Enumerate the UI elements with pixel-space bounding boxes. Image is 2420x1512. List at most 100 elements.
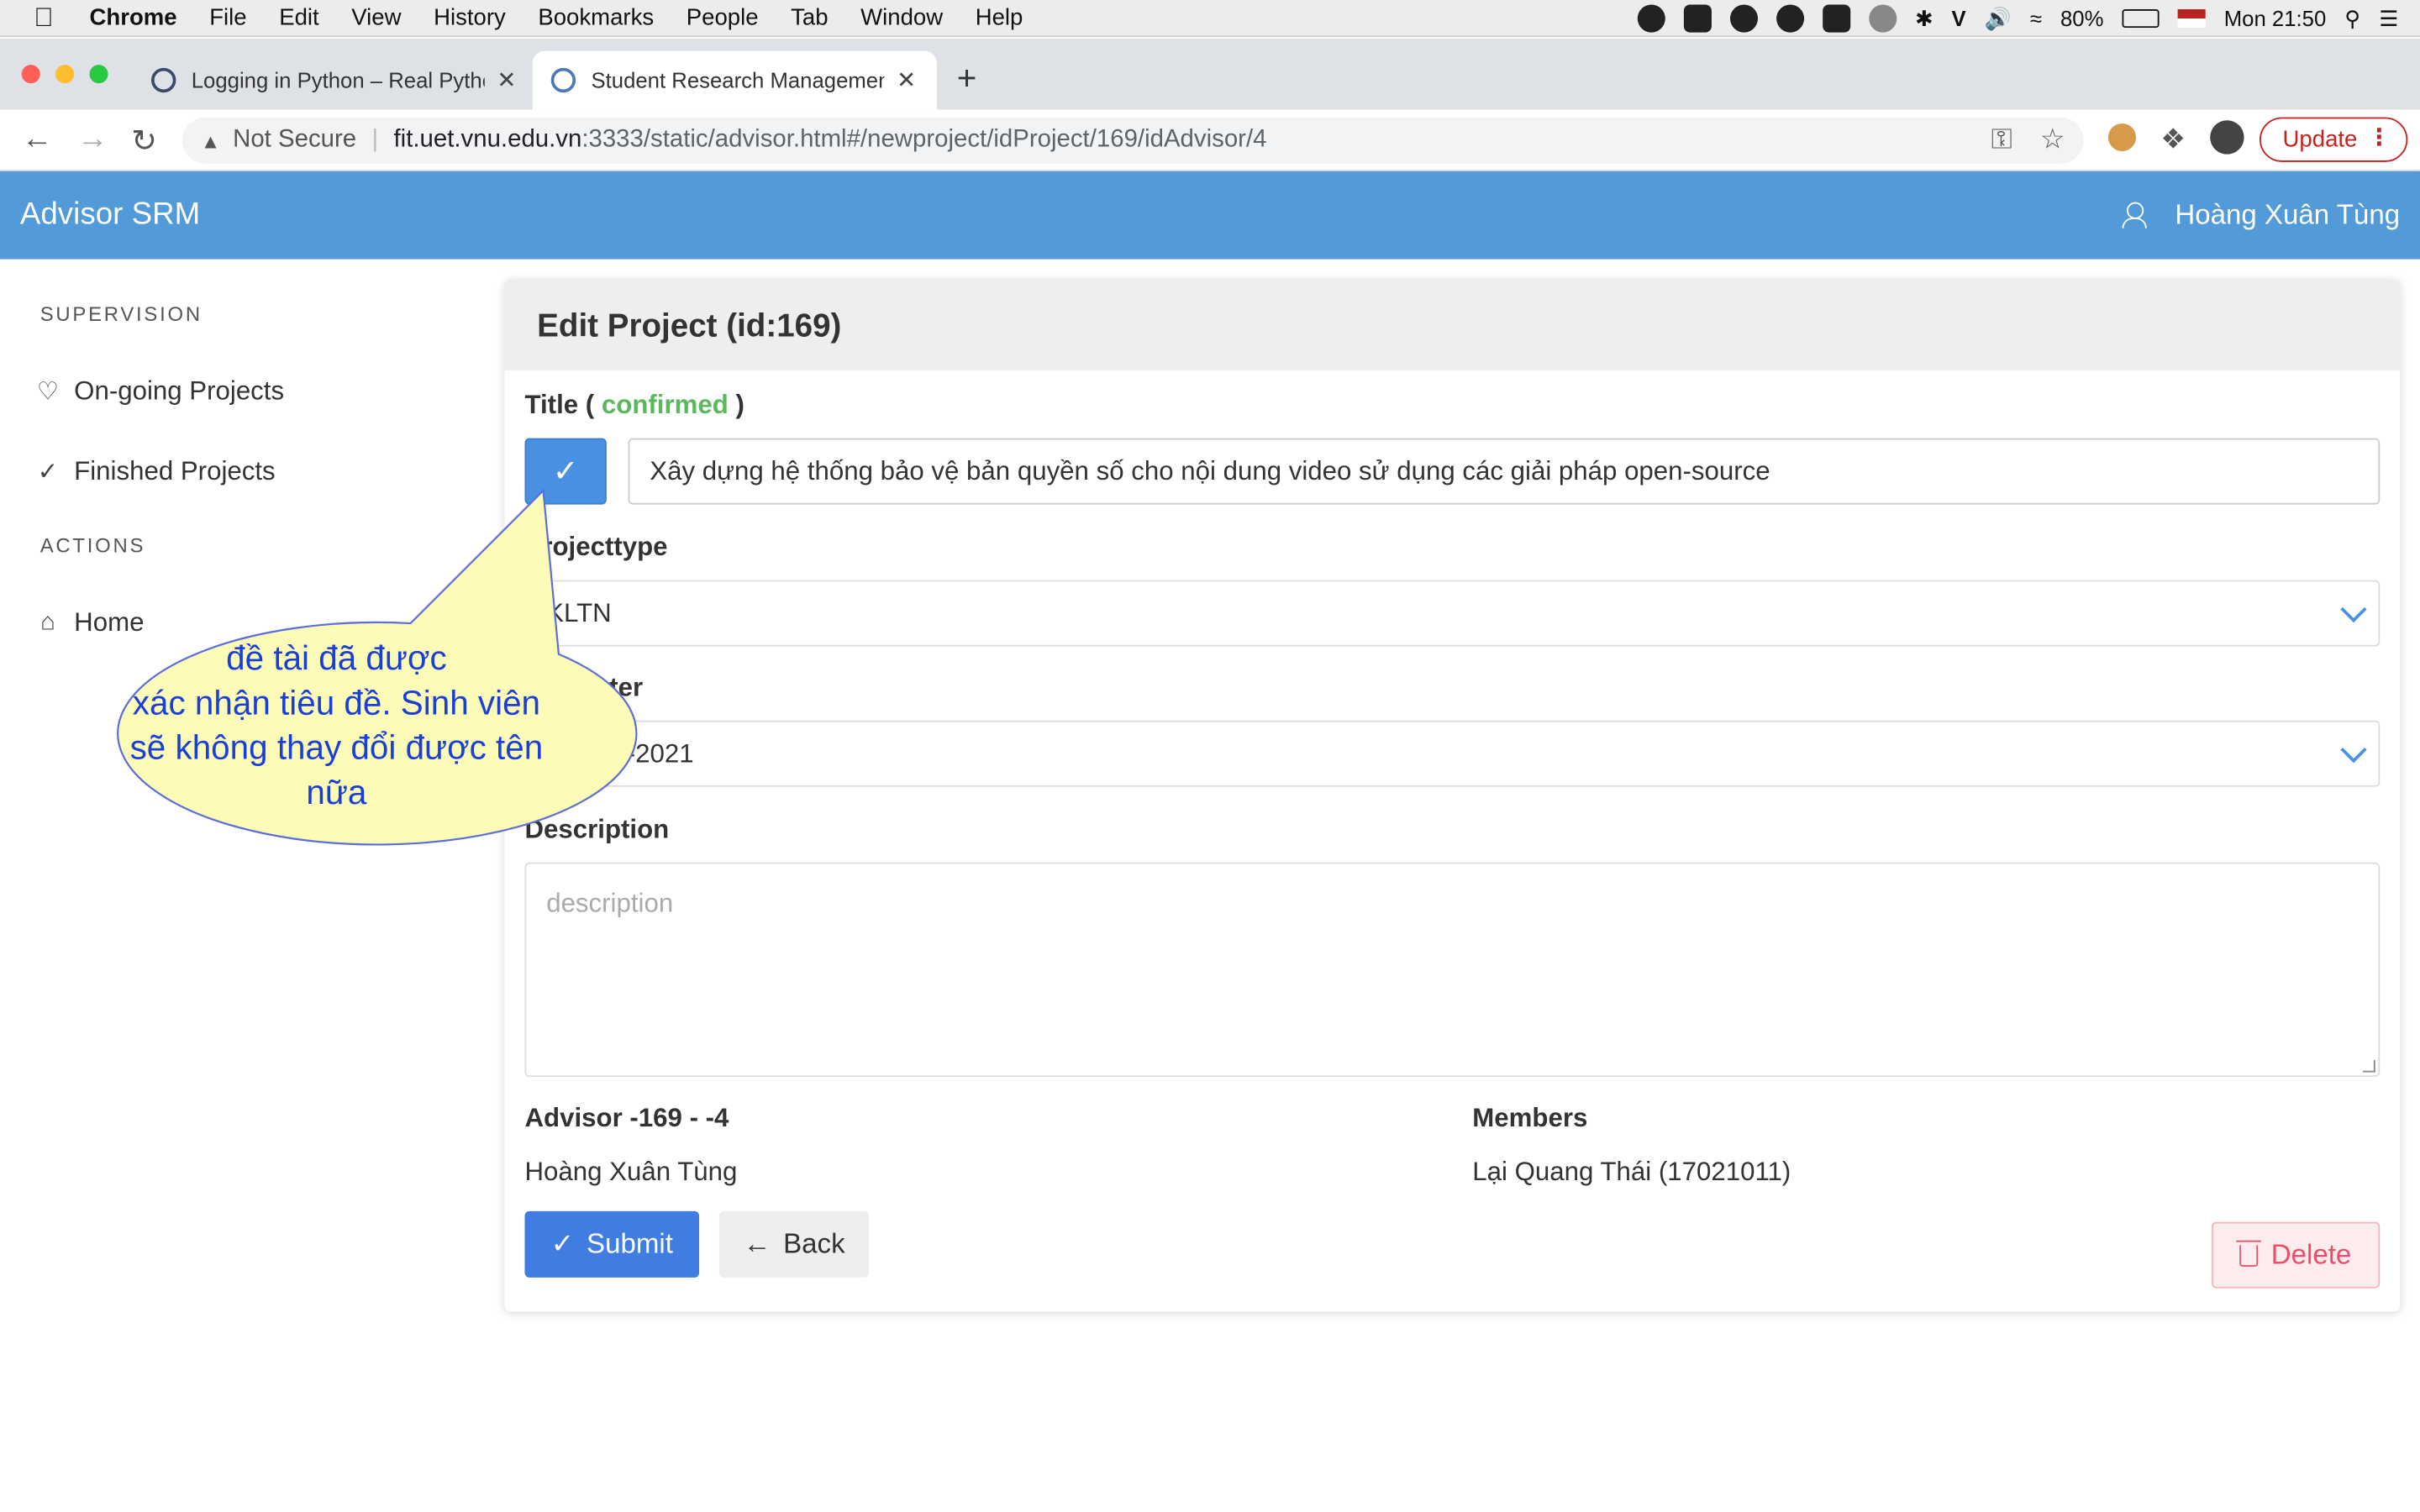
resize-grip-icon[interactable] [2363, 1059, 2375, 1073]
menu-file[interactable]: File [209, 5, 246, 31]
back-label: Back [783, 1228, 845, 1259]
window-zoom-button[interactable] [89, 65, 108, 84]
tab-logging-python[interactable]: Logging in Python – Real Pytho ✕ [133, 51, 528, 110]
advisor-label: Advisor -169 - -4 [524, 1103, 729, 1133]
cloud-upload-icon[interactable] [1729, 4, 1758, 33]
clock[interactable]: Mon 21:50 [2224, 6, 2327, 30]
browser-tab-strip: Logging in Python – Real Pytho ✕ Student… [0, 38, 2420, 110]
confirm-title-toggle[interactable]: ✓ [524, 438, 607, 505]
trash-icon [2237, 1239, 2262, 1267]
menu-window[interactable]: Window [860, 5, 943, 31]
submit-label: Submit [587, 1228, 673, 1259]
bluetooth-icon[interactable]: ✱ [1915, 5, 1933, 31]
volume-icon[interactable]: 🔊 [1985, 5, 2012, 31]
checkmark-icon: ✓ [552, 454, 579, 490]
vpn-icon[interactable]: V [1952, 6, 1966, 30]
close-icon[interactable]: ✕ [897, 66, 916, 94]
new-tab-icon[interactable]: + [957, 59, 977, 99]
warning-icon[interactable]: ▲ [201, 129, 221, 152]
callout-line: xác nhận tiêu đề. Sinh viên [132, 683, 541, 722]
page-title: Edit Project (id:169) [537, 308, 842, 344]
submit-button[interactable]: ✓ Submit [524, 1210, 700, 1278]
status-area: ✱ V 🔊 ≈ 80% Mon 21:50 ⚲ ☰ [1637, 0, 2398, 37]
projecttype-value: KLTN [546, 598, 612, 628]
chevron-down-icon [2340, 737, 2367, 764]
back-arrow-icon[interactable]: ← [22, 122, 53, 157]
callout-line: đề tài đã được [226, 638, 447, 678]
description-textarea[interactable]: description [524, 862, 2381, 1078]
sidebar-item-label: Finished Projects [74, 456, 276, 486]
user-icon [2122, 202, 2148, 228]
sidebar-item-ongoing-projects[interactable]: ♡ On-going Projects [34, 376, 284, 407]
title-input[interactable]: Xây dựng hệ thống bảo vệ bản quyền số ch… [628, 438, 2381, 505]
checkmark-icon: ✓ [37, 459, 59, 486]
more-menu-icon[interactable]: ⋮ [2368, 123, 2391, 151]
menu-edit[interactable]: Edit [279, 5, 318, 31]
projecttype-select[interactable]: KLTN [524, 580, 2381, 647]
update-button[interactable]: Update ⋮ [2259, 117, 2408, 162]
tab-student-research[interactable]: Student Research Managemen ✕ [532, 50, 937, 110]
close-icon[interactable]: ✕ [497, 66, 516, 94]
tab-label: Logging in Python – Real Pytho [191, 67, 485, 93]
delete-label: Delete [2270, 1238, 2352, 1270]
menu-view[interactable]: View [351, 5, 401, 31]
sidebar-item-label: On-going Projects [74, 376, 285, 407]
projecttype-label: Projecttype [524, 532, 668, 562]
sidebar: SUPERVISION ♡ On-going Projects ✓ Finish… [0, 260, 494, 1512]
url-bar[interactable]: ▲ Not Secure | fit.uet.vnu.edu.vn :3333/… [182, 117, 2084, 164]
tasks-icon[interactable] [1683, 4, 1712, 33]
menu-tab[interactable]: Tab [791, 5, 828, 31]
sidebar-heading-actions: ACTIONS [39, 533, 146, 558]
card-header: Edit Project (id:169) [504, 279, 2401, 370]
title-status-confirmed: confirmed [601, 390, 729, 420]
callout-line: sẽ không thay đổi được tên [129, 727, 544, 767]
battery-percent: 80% [2060, 6, 2104, 31]
app-brand[interactable]: Advisor SRM [20, 197, 200, 233]
title-label-text: Title ( [524, 390, 595, 420]
sidebar-heading-supervision: SUPERVISION [39, 302, 203, 326]
docker-icon[interactable] [1822, 4, 1850, 33]
notification-center-icon[interactable]: ☰ [2379, 5, 2398, 31]
profile-avatar[interactable] [2210, 120, 2244, 155]
window-close-button[interactable] [21, 65, 40, 84]
mac-menu-bar:  Chrome File Edit View History Bookmark… [0, 0, 2420, 38]
sidebar-item-home[interactable]: ⌂ Home [34, 608, 144, 639]
back-button[interactable]: ← Back [718, 1210, 870, 1278]
extensions-puzzle-icon[interactable]: ❖ [2160, 123, 2186, 156]
spotlight-search-icon[interactable]: ⚲ [2344, 5, 2360, 31]
update-label: Update [2282, 126, 2358, 153]
callout-line: nữa [306, 773, 367, 812]
menu-app-name[interactable]: Chrome [90, 5, 177, 31]
flag-icon[interactable] [2177, 9, 2206, 29]
title-field-label: Title ( confirmed ) [524, 391, 744, 422]
delete-button[interactable]: Delete [2212, 1221, 2381, 1289]
description-placeholder: description [546, 888, 674, 918]
star-icon[interactable]: ☆ [2040, 123, 2065, 156]
reload-icon[interactable]: ↻ [131, 122, 157, 160]
wifi-icon[interactable]: ≈ [2030, 6, 2042, 30]
menu-history[interactable]: History [434, 5, 506, 31]
globe-icon[interactable] [1868, 4, 1897, 33]
user-menu[interactable]: Hoàng Xuân Tùng [2122, 199, 2400, 232]
cookie-extension-icon[interactable] [2107, 123, 2137, 151]
callout-text: đề tài đã được xác nhận tiêu đề. Sinh vi… [85, 636, 588, 815]
title-label-end: ) [735, 390, 744, 420]
battery-icon[interactable] [2122, 9, 2160, 29]
omnibox-icons: ⚿ ☆ [1991, 123, 2065, 156]
menu-people[interactable]: People [687, 5, 759, 31]
security-status[interactable]: Not Secure [233, 127, 356, 155]
viber-icon[interactable] [1637, 4, 1665, 33]
window-minimize-button[interactable] [55, 65, 75, 84]
semester-select[interactable]: 2 2020-2021 [524, 720, 2381, 787]
menu-help[interactable]: Help [976, 5, 1023, 31]
url-path: :3333/static/advisor.html#/newproject/id… [581, 126, 1267, 153]
key-icon[interactable]: ⚿ [1991, 123, 2012, 156]
app-header: Advisor SRM Hoàng Xuân Tùng [0, 171, 2420, 260]
forward-arrow-icon[interactable]: → [77, 122, 108, 157]
apple-menu-icon[interactable]:  [34, 3, 61, 34]
sidebar-item-label: Home [74, 607, 145, 638]
evernote-icon[interactable] [1776, 4, 1804, 33]
menu-bookmarks[interactable]: Bookmarks [538, 5, 654, 31]
member-name: Lại Quang Thái (17021011) [1472, 1157, 1791, 1187]
sidebar-item-finished-projects[interactable]: ✓ Finished Projects [34, 456, 276, 488]
